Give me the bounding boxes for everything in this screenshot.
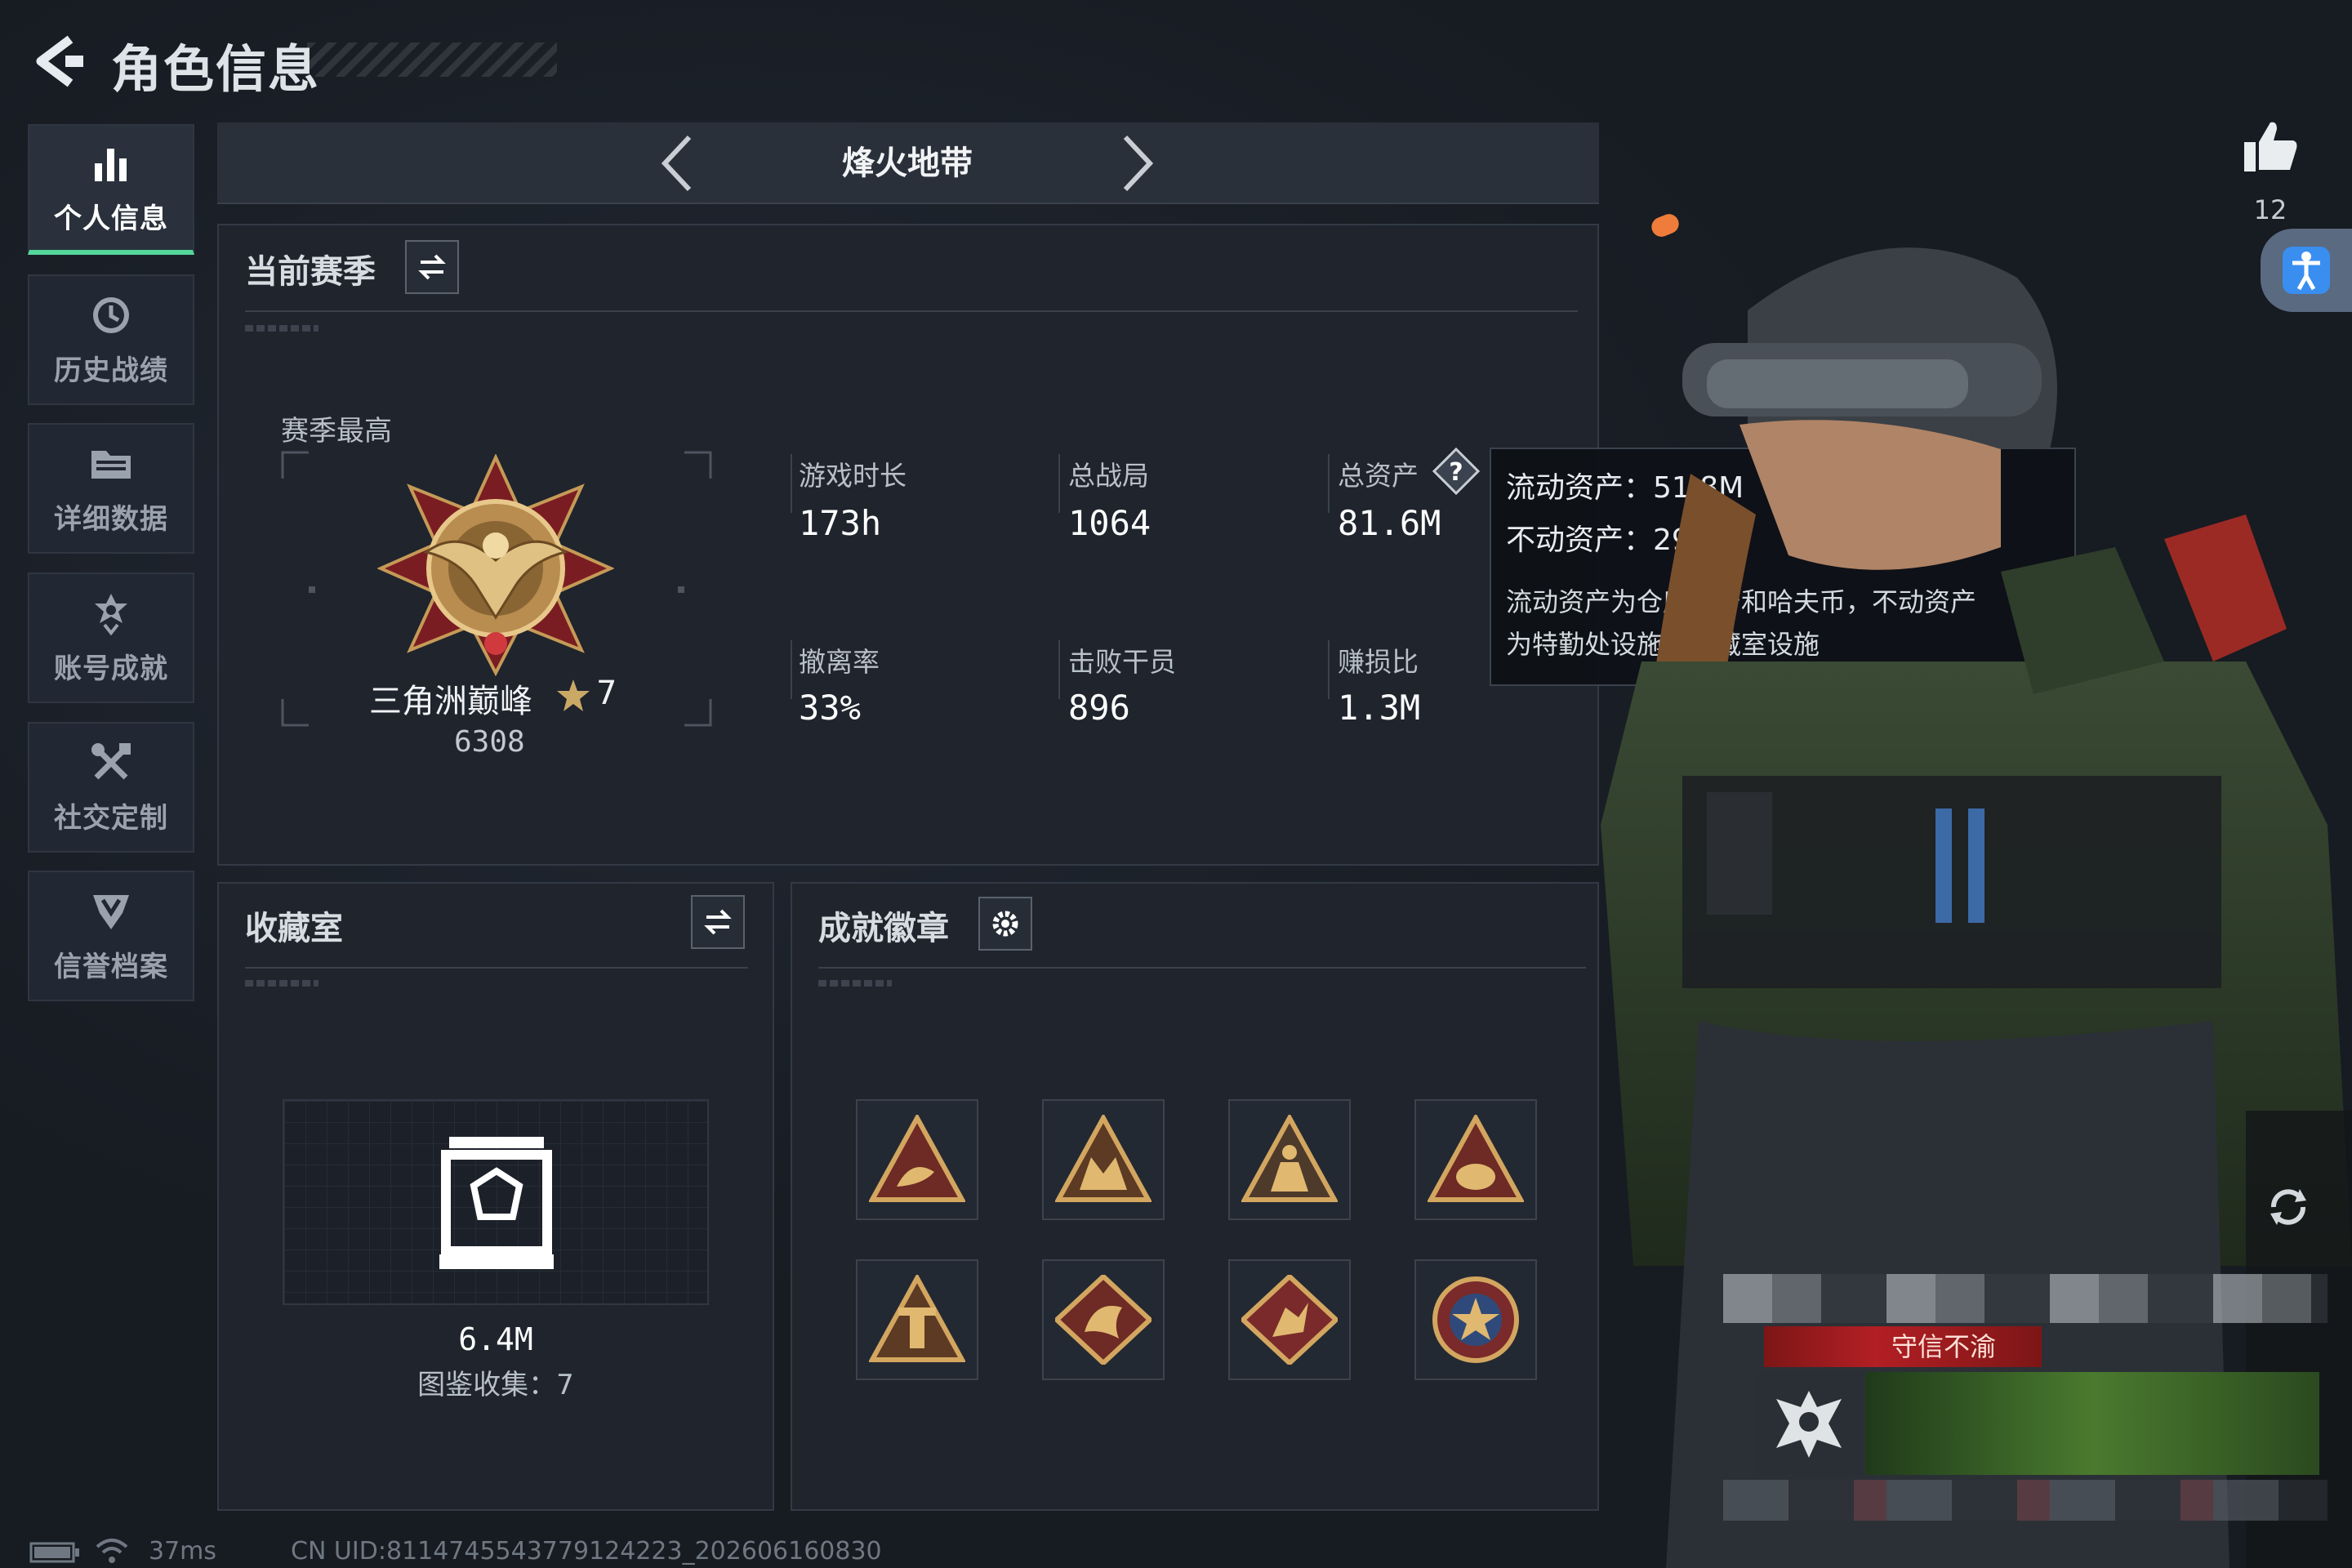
swap-icon [418, 254, 446, 280]
chevron-right-icon[interactable] [1112, 131, 1161, 196]
sidebar-item-achievements[interactable]: 账号成就 [28, 572, 194, 703]
diamond-badge-icon [1241, 1275, 1338, 1365]
wifi-icon [96, 1539, 128, 1563]
rank-name: 三角洲巅峰 [369, 683, 532, 720]
achievement-badge[interactable] [856, 1259, 978, 1380]
triangle-badge-icon [869, 1275, 965, 1362]
decoration [818, 980, 892, 987]
name-card-background [1865, 1372, 2319, 1475]
history-icon [93, 296, 129, 333]
tools-icon [91, 742, 131, 779]
sidebar-item-history[interactable]: 历史战绩 [28, 274, 194, 405]
sidebar-item-label: 历史战绩 [54, 354, 168, 387]
stat-divider [791, 640, 792, 699]
stat-value: 1.3M [1338, 688, 1421, 728]
stat-value: 33% [799, 688, 861, 728]
collection-title: 收藏室 [245, 910, 343, 947]
eagle-emblem-icon [1776, 1391, 1842, 1458]
sidebar-item-detail-data[interactable]: 详细数据 [28, 423, 194, 554]
diamond-badge-icon [1055, 1275, 1152, 1365]
triangle-badge-icon [869, 1115, 965, 1202]
stat-label: 击败干员 [1068, 646, 1176, 678]
stat-label: 总资产 [1338, 460, 1419, 492]
sidebar-item-label: 信誉档案 [54, 950, 168, 983]
achievement-badge[interactable] [856, 1099, 978, 1220]
sidebar-item-label: 账号成就 [54, 652, 168, 685]
rank-score: 6308 [454, 725, 525, 759]
achievement-badge[interactable] [1414, 1259, 1537, 1380]
achievement-badge[interactable] [1042, 1099, 1165, 1220]
badge-title: 成就徽章 [818, 910, 949, 947]
accessibility-icon [2283, 247, 2330, 294]
battery-icon [29, 1542, 79, 1563]
stat-label: 赚损比 [1338, 646, 1419, 678]
achievement-badge[interactable] [1228, 1259, 1351, 1380]
achievement-badge[interactable] [1042, 1259, 1165, 1380]
season-best-label: 赛季最高 [281, 415, 392, 448]
thumbs-up-icon[interactable] [2241, 118, 2300, 176]
stat-label: 总战局 [1068, 460, 1149, 492]
triangle-badge-icon [1428, 1115, 1524, 1202]
divider [245, 310, 1578, 312]
gear-icon [992, 911, 1018, 937]
stat-value: 173h [799, 503, 882, 543]
title-decoration [307, 42, 557, 77]
decoration [245, 325, 318, 332]
stat-value: 81.6M [1338, 503, 1441, 543]
stat-label: 撤离率 [799, 646, 880, 678]
rotate-icon[interactable] [2262, 1181, 2314, 1233]
uid: CN UID:8114745543779124223_202606160830 [291, 1537, 882, 1566]
divider [818, 967, 1586, 969]
help-icon[interactable]: ? [1432, 448, 1480, 495]
season-title: 当前赛季 [245, 253, 376, 291]
like-count: 12 [2253, 194, 2287, 225]
triangle-badge-icon [1241, 1115, 1338, 1202]
stat-label: 游戏时长 [799, 460, 906, 492]
achievement-badge[interactable] [1414, 1099, 1537, 1220]
achievement-icon [95, 593, 127, 635]
season-switch-button[interactable] [405, 240, 459, 294]
sidebar-item-social[interactable]: 社交定制 [28, 722, 194, 853]
page-title: 角色信息 [111, 39, 321, 99]
triangle-badge-icon [1055, 1115, 1152, 1202]
sidebar-item-credit[interactable]: 信誉档案 [28, 871, 194, 1001]
medal-badge-icon [1432, 1276, 1519, 1363]
stat-value: 896 [1068, 688, 1130, 728]
sidebar-item-label: 详细数据 [54, 502, 168, 536]
stat-divider [1058, 640, 1060, 699]
ping: 37ms [149, 1537, 217, 1566]
star-icon [557, 679, 590, 711]
stat-divider [1058, 454, 1060, 513]
folder-icon [91, 450, 131, 479]
stat-divider [1328, 454, 1330, 513]
player-name-blurred [1723, 1274, 2328, 1323]
collection-value: 6.4M [458, 1321, 533, 1357]
sidebar-item-label: 社交定制 [54, 801, 168, 835]
achievement-badge[interactable] [1228, 1099, 1351, 1220]
shield-icon [93, 894, 129, 929]
accessibility-button[interactable] [2261, 229, 2352, 312]
badge-settings-button[interactable] [978, 897, 1032, 951]
svg-text:?: ? [1449, 458, 1463, 487]
player-emblem [1756, 1372, 1862, 1475]
title-tag: 守信不渝 [1891, 1331, 1996, 1362]
display-case-icon [439, 1137, 554, 1269]
decoration [245, 980, 318, 987]
mode-label: 烽火地带 [842, 145, 973, 182]
stat-divider [1328, 640, 1330, 699]
name-card-blurred [1723, 1480, 2328, 1521]
rank-stars: 7 [596, 675, 617, 712]
collection-count: 图鉴收集：7 [417, 1369, 574, 1401]
stat-divider [791, 454, 792, 513]
collection-switch-button[interactable] [691, 895, 745, 949]
swap-icon [704, 909, 732, 935]
rank-emblem-icon [377, 454, 614, 676]
divider [245, 967, 748, 969]
back-arrow-icon[interactable] [29, 33, 87, 90]
chevron-left-icon[interactable] [653, 131, 702, 196]
stat-value: 1064 [1068, 503, 1152, 543]
